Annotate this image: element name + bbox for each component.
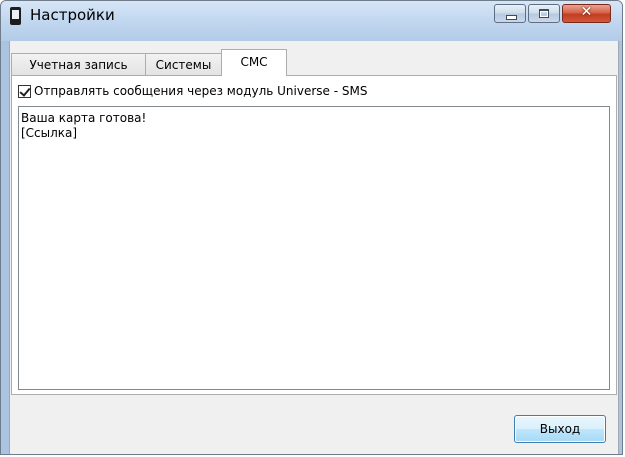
window-client-area: Учетная запись Системы СМС Отправлять со… [9,41,619,454]
maximize-button[interactable] [528,4,560,23]
close-button[interactable]: ✕ [562,4,611,23]
minimize-icon [506,15,517,20]
close-icon: ✕ [580,4,593,20]
sms-message-textarea[interactable]: Ваша карта готова! [Ссылка] [18,106,610,390]
settings-window: Настройки ✕ Учетная запись Системы СМС О… [0,0,623,455]
phone-icon [10,7,21,25]
send-via-universe-checkbox[interactable] [18,84,31,98]
send-via-universe-label: Отправлять сообщения через модуль Univer… [34,84,368,98]
exit-button[interactable]: Выход [514,415,606,443]
tab-sms[interactable]: СМС [221,49,287,76]
tab-account[interactable]: Учетная запись [11,53,146,75]
sms-tab-panel: Отправлять сообщения через модуль Univer… [11,75,617,395]
minimize-button[interactable] [494,4,526,23]
tab-systems[interactable]: Системы [145,53,222,75]
maximize-icon [539,9,549,18]
window-title: Настройки [30,6,115,24]
send-via-universe-option[interactable]: Отправлять сообщения через модуль Univer… [18,83,367,99]
title-bar[interactable]: Настройки ✕ [1,1,622,41]
